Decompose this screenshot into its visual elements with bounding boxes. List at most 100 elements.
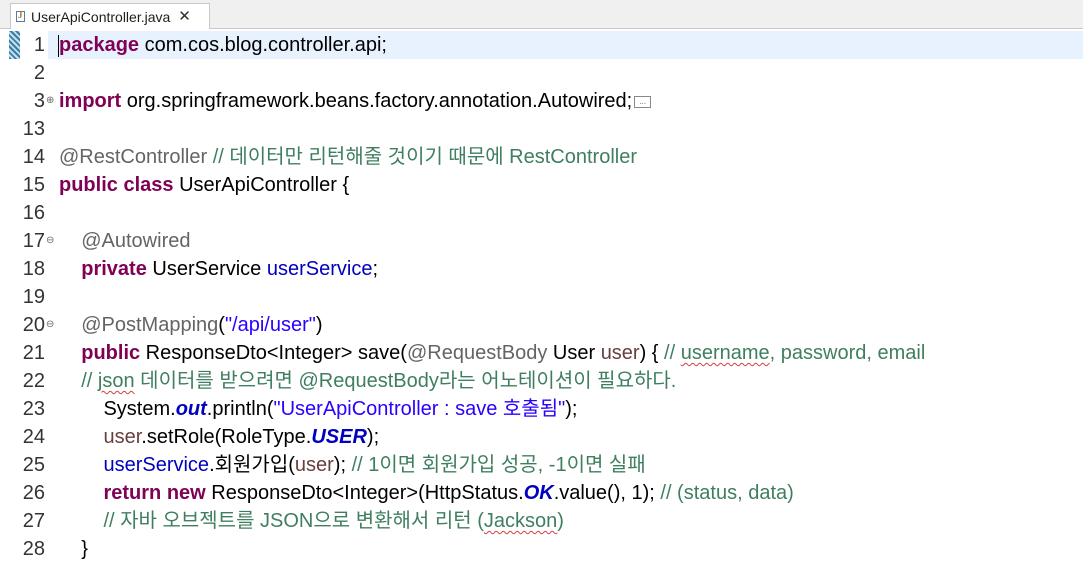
code-line[interactable]: 24 user.setRole(RoleType.USER); [0, 423, 1083, 451]
code-token: public [81, 342, 141, 364]
collapsed-imports-box[interactable]: ... [634, 95, 652, 108]
code-line[interactable]: 1 package com.cos.blog.controller.api; [0, 31, 1083, 59]
code-text: public class UserApiController { [59, 171, 349, 199]
code-text: System.out.println("UserApiController : … [59, 395, 577, 423]
code-token: @RestController [59, 146, 208, 168]
line-number: 23 [22, 398, 45, 420]
line-number: 22 [22, 370, 45, 392]
code-token: .value(), 1); [553, 482, 661, 504]
code-line[interactable]: 3 ⊕ import org.springframework.beans.facto… [0, 87, 1083, 115]
code-token: ) [557, 510, 564, 532]
code-token: user [103, 426, 142, 448]
code-token: @Autowired [81, 230, 191, 252]
code-token: ( [218, 314, 225, 336]
code-token: ); [366, 426, 380, 448]
code-line[interactable]: 19 [0, 283, 1083, 311]
code-token: return [103, 482, 162, 504]
code-token: // [664, 342, 681, 364]
line-number: 17 [22, 230, 45, 252]
code-line[interactable]: 27 // 자바 오브젝트를 JSON으로 변환해서 리턴 (Jackson) [0, 507, 1083, 535]
code-token: com.cos.blog.controller.api; [139, 34, 387, 56]
line-number: 19 [22, 286, 45, 308]
code-token: UserApiController { [173, 174, 350, 196]
code-token: , password, email [769, 342, 926, 364]
tab-label: UserApiController.java [31, 8, 171, 25]
code-line[interactable]: 2 [0, 59, 1083, 87]
line-number: 1 [33, 34, 45, 56]
code-line[interactable]: 14 @RestController // 데이터만 리턴해줄 것이기 때문에 R… [0, 143, 1083, 171]
code-token: Jackson [483, 510, 558, 532]
code-text: @Autowired [59, 227, 190, 255]
line-number: 21 [22, 342, 45, 364]
code-token: package [59, 34, 140, 56]
code-line[interactable]: 22 // json 데이터를 받으려면 @RequestBody라는 어노테이… [0, 367, 1083, 395]
code-line[interactable]: 20 ⊖ @PostMapping("/api/user") [0, 311, 1083, 339]
code-token: userService [103, 454, 210, 476]
code-token: "/api/user" [224, 314, 316, 336]
code-line[interactable]: 18 private UserService userService; [0, 255, 1083, 283]
line-number: 15 [22, 174, 45, 196]
code-token: org.springframework.beans.factory.annota… [121, 90, 633, 112]
code-text: package com.cos.blog.controller.api; [58, 31, 387, 59]
line-number: 28 [22, 538, 45, 560]
line-number: 3 [33, 90, 45, 112]
code-token: import [59, 90, 122, 112]
line-number: 24 [22, 426, 45, 448]
code-line[interactable]: 25 userService.회원가입(user); // 1이면 회원가입 성… [0, 451, 1083, 479]
code-token: ); [565, 398, 578, 420]
code-text: } [59, 535, 88, 563]
line-number: 14 [22, 146, 45, 168]
collapse-fold-icon[interactable]: ⊖ [46, 227, 54, 255]
code-token: username [680, 342, 770, 364]
tab-user-api-controller[interactable]: J UserApiController.java ✕ [10, 3, 210, 29]
code-line[interactable]: 21 public ResponseDto<Integer> save(@Req… [0, 339, 1083, 367]
code-editor[interactable]: 1 package com.cos.blog.controller.api; 2 3 ⊕… [0, 29, 1083, 563]
line-number: 18 [22, 258, 45, 280]
code-token: out [175, 398, 207, 420]
code-token: // 자바 오브젝트를 JSON으로 변환해서 리턴 ( [103, 510, 484, 532]
code-text: userService.회원가입(user); // 1이면 회원가입 성공, … [59, 451, 646, 479]
code-token: } [59, 538, 88, 560]
code-token: user [294, 454, 334, 476]
close-icon[interactable]: ✕ [178, 9, 191, 24]
code-token: // (status, data) [660, 482, 794, 504]
code-token: ResponseDto<Integer> save( [140, 342, 407, 364]
line-number: 13 [22, 118, 45, 140]
code-token: json [97, 370, 135, 392]
code-token: // 데이터만 리턴해줄 것이기 때문에 RestController [212, 146, 638, 168]
code-text: // json 데이터를 받으려면 @RequestBody라는 어노테이션이 … [59, 367, 676, 395]
code-token: USER [311, 426, 367, 448]
code-token: "UserApiController : save 호출됨" [273, 398, 566, 420]
code-token: User [547, 342, 601, 364]
editor-tab-bar: J UserApiController.java ✕ [0, 0, 1083, 29]
code-token: ) { [639, 342, 665, 364]
code-token: ) [315, 314, 323, 336]
code-token: ); [333, 454, 352, 476]
code-line[interactable]: 23 System.out.println("UserApiController… [0, 395, 1083, 423]
code-line[interactable]: 26 return new ResponseDto<Integer>(HttpS… [0, 479, 1083, 507]
line-number: 26 [22, 482, 45, 504]
code-token: class [123, 174, 174, 196]
code-line[interactable]: 13 [0, 115, 1083, 143]
code-token: ; [372, 258, 379, 280]
code-token: .회원가입( [209, 454, 295, 476]
code-line[interactable]: 17 ⊖ @Autowired [0, 227, 1083, 255]
code-line[interactable]: 28 } [0, 535, 1083, 563]
code-text: // 자바 오브젝트를 JSON으로 변환해서 리턴 (Jackson) [59, 507, 564, 535]
code-line[interactable]: 15 public class UserApiController { [0, 171, 1083, 199]
code-token: // 1이면 회원가입 성공, -1이면 실패 [351, 454, 646, 476]
collapse-fold-icon[interactable]: ⊖ [46, 311, 54, 339]
java-file-icon: J [16, 10, 25, 22]
line-number: 20 [22, 314, 45, 336]
expand-fold-icon[interactable]: ⊕ [46, 87, 54, 115]
code-token: private [81, 258, 147, 280]
code-line[interactable]: 16 [0, 199, 1083, 227]
code-token: 데이터를 받으려면 @RequestBody라는 어노테이션이 필요하다. [134, 370, 677, 392]
